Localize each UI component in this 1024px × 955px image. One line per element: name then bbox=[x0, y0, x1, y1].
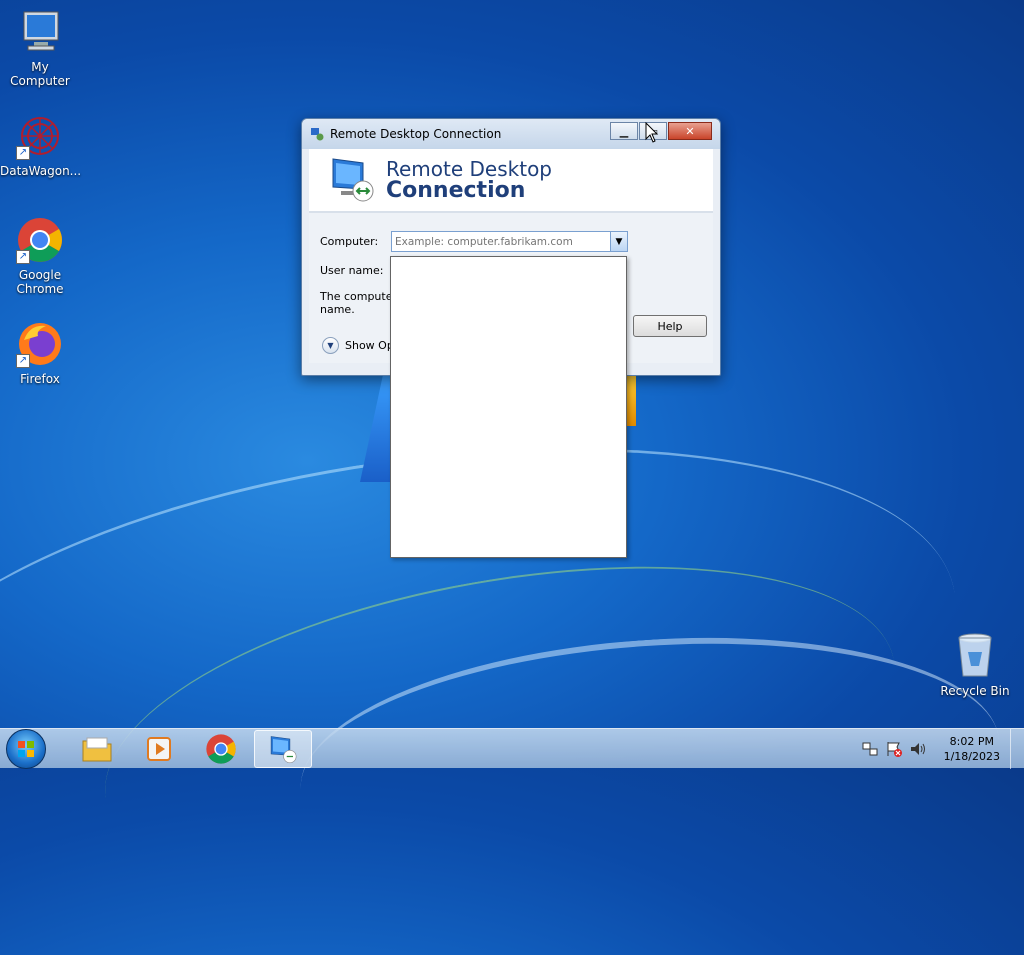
shortcut-arrow-icon: ↗ bbox=[16, 250, 30, 264]
minimize-button[interactable]: ▁ bbox=[610, 122, 638, 140]
expand-icon: ▼ bbox=[322, 337, 339, 354]
taskbar-explorer[interactable] bbox=[68, 730, 126, 768]
computer-combobox[interactable]: ▼ bbox=[391, 231, 628, 252]
desktop-icon-label: My Computer bbox=[10, 60, 70, 88]
close-button[interactable]: ✕ bbox=[668, 122, 712, 140]
shortcut-arrow-icon: ↗ bbox=[16, 146, 30, 160]
media-player-icon bbox=[147, 736, 171, 761]
start-button[interactable] bbox=[6, 728, 46, 769]
info-text-line2: name. bbox=[320, 303, 355, 316]
firefox-icon: ↗ bbox=[16, 320, 64, 368]
taskbar: 8:02 PM 1/18/2023 bbox=[0, 728, 1024, 769]
computer-input[interactable] bbox=[392, 234, 610, 249]
clock-time: 8:02 PM bbox=[949, 735, 994, 748]
shortcut-arrow-icon: ↗ bbox=[16, 354, 30, 368]
desktop-icon-my-computer[interactable]: My Computer bbox=[0, 8, 80, 88]
chrome-icon bbox=[206, 733, 236, 764]
username-label: User name: bbox=[320, 264, 384, 277]
chrome-icon: ↗ bbox=[16, 216, 64, 264]
wallpaper-logo-fragment bbox=[626, 376, 636, 426]
recycle-bin-icon bbox=[951, 632, 999, 680]
window-title: Remote Desktop Connection bbox=[330, 127, 502, 141]
desktop-icon-label: DataWagon... bbox=[0, 164, 82, 178]
desktop-icon-firefox[interactable]: ↗ Firefox bbox=[0, 320, 80, 386]
banner-title-line2: Connection bbox=[386, 178, 526, 203]
computer-dropdown-list[interactable] bbox=[390, 256, 627, 558]
volume-icon[interactable] bbox=[909, 740, 927, 758]
desktop-icon-google-chrome[interactable]: ↗ Google Chrome bbox=[0, 216, 80, 296]
help-button[interactable]: Help bbox=[633, 315, 707, 337]
taskbar-remote-desktop[interactable] bbox=[254, 729, 312, 768]
computer-icon bbox=[16, 8, 64, 56]
computer-label: Computer: bbox=[320, 235, 379, 248]
clock-date: 1/18/2023 bbox=[943, 750, 1000, 763]
desktop-icon-label: Google Chrome bbox=[16, 268, 64, 296]
show-desktop-button[interactable] bbox=[1010, 729, 1024, 769]
system-clock[interactable]: 8:02 PM 1/18/2023 bbox=[944, 734, 1000, 764]
window-banner: Remote Desktop Connection bbox=[309, 149, 713, 213]
chevron-down-icon[interactable]: ▼ bbox=[610, 232, 627, 251]
desktop-icon-label: Recycle Bin bbox=[940, 684, 1010, 698]
action-center-flag-icon[interactable] bbox=[885, 740, 903, 758]
desktop-icon-recycle-bin[interactable]: Recycle Bin bbox=[935, 632, 1015, 698]
folder-icon bbox=[82, 737, 112, 761]
mouse-cursor-icon bbox=[645, 122, 659, 143]
datawagon-icon: ↗ bbox=[16, 112, 64, 160]
taskbar-chrome[interactable] bbox=[192, 730, 250, 768]
show-options-toggle[interactable]: ▼ Show Opt bbox=[322, 337, 398, 354]
remote-desktop-icon bbox=[311, 128, 324, 141]
desktop-icon-label: Firefox bbox=[20, 372, 60, 386]
windows-logo-icon bbox=[18, 740, 34, 757]
taskbar-media-player[interactable] bbox=[130, 730, 188, 768]
remote-desktop-icon bbox=[270, 735, 297, 763]
remote-desktop-monitor-icon bbox=[332, 158, 374, 202]
system-tray: 8:02 PM 1/18/2023 bbox=[858, 729, 1024, 769]
desktop-icon-datawagon[interactable]: ↗ DataWagon... bbox=[0, 112, 82, 178]
network-icon[interactable] bbox=[861, 740, 879, 758]
